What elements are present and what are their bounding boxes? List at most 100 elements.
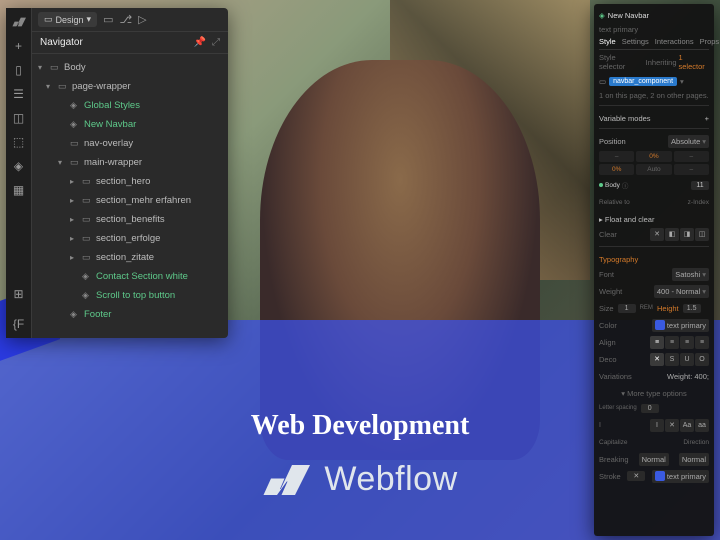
tree-label: section_erfolge bbox=[96, 233, 160, 244]
cap-aa2[interactable]: aa bbox=[695, 419, 709, 432]
element-icon: ▭ bbox=[82, 176, 92, 187]
tree-label: Contact Section white bbox=[96, 271, 188, 282]
chevron-icon: ▸ bbox=[70, 253, 78, 262]
variable-modes-section[interactable]: Variable modes + bbox=[599, 114, 709, 123]
clear-both[interactable]: ◫ bbox=[695, 228, 709, 241]
inheriting-count[interactable]: 1 selector bbox=[679, 53, 710, 71]
navigator-icon[interactable]: ☰ bbox=[11, 86, 27, 102]
nav-rail: + ▯ ☰ ◫ ⬚ ◈ ▦ ⊞ {F bbox=[6, 8, 32, 338]
pages-icon[interactable]: ▯ bbox=[11, 62, 27, 78]
deco-underline[interactable]: U bbox=[680, 353, 694, 366]
zindex-input[interactable]: 11 bbox=[691, 181, 709, 190]
clear-none[interactable]: ✕ bbox=[650, 228, 664, 241]
tree-item[interactable]: ▸▭section_erfolge bbox=[32, 229, 228, 248]
offset-right2[interactable]: – bbox=[674, 164, 709, 175]
mode-dropdown[interactable]: ▭ Design ▾ bbox=[38, 12, 97, 27]
element-icon: ▭ bbox=[70, 157, 80, 168]
offset-top[interactable]: 0% bbox=[636, 151, 671, 162]
mode-label: Design bbox=[56, 15, 84, 25]
deco-none[interactable]: ✕ bbox=[650, 353, 664, 366]
weight-dropdown[interactable]: 400 - Normal ▾ bbox=[654, 285, 709, 298]
pin-icon[interactable]: 📌 bbox=[194, 37, 206, 48]
chevron-icon: ▾ bbox=[38, 63, 46, 72]
tree-item[interactable]: ▾▭Body bbox=[32, 58, 228, 77]
add-element-icon[interactable]: + bbox=[11, 38, 27, 54]
breakpoint-dot-icon[interactable]: ▭ bbox=[599, 77, 606, 86]
tree-item[interactable]: ▭nav-overlay bbox=[32, 134, 228, 153]
italic-off[interactable]: ✕ bbox=[665, 419, 679, 432]
collapse-icon[interactable]: ⤢ bbox=[212, 37, 220, 48]
offset-auto[interactable]: Auto bbox=[636, 164, 671, 175]
branch-icon[interactable]: ⎇ bbox=[119, 13, 132, 26]
clear-row: Clear ✕◧◨◫ bbox=[599, 227, 709, 241]
height-input[interactable]: 1.5 bbox=[683, 304, 701, 313]
breakpoint-icon[interactable]: ▭ bbox=[103, 13, 113, 26]
element-icon: ◈ bbox=[82, 271, 92, 282]
stroke-w[interactable]: ✕ bbox=[627, 471, 645, 481]
align-justify[interactable]: ≡ bbox=[695, 336, 709, 349]
more-type-options[interactable]: ▾ More type options bbox=[599, 389, 709, 398]
navigator-tree: ▾▭Body▾▭page-wrapper◈Global Styles◈New N… bbox=[32, 54, 228, 338]
offset-left[interactable]: – bbox=[599, 151, 634, 162]
apps-icon[interactable]: {F bbox=[11, 316, 27, 332]
tree-item[interactable]: ▸▭section_zitate bbox=[32, 248, 228, 267]
deco-strike[interactable]: S bbox=[665, 353, 679, 366]
tree-item[interactable]: ◈Footer bbox=[32, 305, 228, 324]
tree-label: Scroll to top button bbox=[96, 290, 175, 301]
cms-icon[interactable]: ⊞ bbox=[11, 286, 27, 302]
color-picker[interactable]: text primary bbox=[652, 319, 709, 332]
italic-i[interactable]: I bbox=[650, 419, 664, 432]
tab-style[interactable]: Style bbox=[599, 37, 616, 46]
font-dropdown[interactable]: Satoshi ▾ bbox=[672, 268, 709, 281]
typography-section: Typography bbox=[599, 255, 709, 264]
styles-icon[interactable]: ◈ bbox=[11, 158, 27, 174]
chevron-down-icon[interactable]: ▾ bbox=[680, 77, 684, 86]
align-center[interactable]: ≡ bbox=[665, 336, 679, 349]
float-section[interactable]: ▸ Float and clear bbox=[599, 215, 709, 224]
ls-row: Letter spacing 0 bbox=[599, 401, 709, 415]
offset-left2[interactable]: 0% bbox=[599, 164, 634, 175]
tree-item[interactable]: ▸▭section_mehr erfahren bbox=[32, 191, 228, 210]
tab-interactions[interactable]: Interactions bbox=[655, 37, 694, 46]
design-mode-icon: ▭ bbox=[44, 14, 53, 25]
tree-item[interactable]: ◈Scroll to top button bbox=[32, 286, 228, 305]
position-dropdown[interactable]: Absolute ▾ bbox=[668, 135, 709, 148]
wrap-dropdown[interactable]: Normal bbox=[679, 453, 709, 466]
clear-right[interactable]: ◨ bbox=[680, 228, 694, 241]
align-row: Align ≡≡≡≡ bbox=[599, 335, 709, 349]
element-icon: ▭ bbox=[58, 81, 68, 92]
tab-props[interactable]: Props bbox=[700, 37, 720, 46]
deco-over[interactable]: O bbox=[695, 353, 709, 366]
preview-icon[interactable]: ▷ bbox=[138, 13, 146, 26]
tree-item[interactable]: ◈ Contact Section white bbox=[32, 267, 228, 286]
tree-item[interactable]: ▸▭section_hero bbox=[32, 172, 228, 191]
tree-item[interactable]: ◈New Navbar bbox=[32, 115, 228, 134]
align-right[interactable]: ≡ bbox=[680, 336, 694, 349]
variations-value[interactable]: Weight: 400; bbox=[667, 372, 709, 381]
element-icon: ▭ bbox=[82, 214, 92, 225]
variables-icon[interactable]: ⬚ bbox=[11, 134, 27, 150]
size-input[interactable]: 1 bbox=[618, 304, 636, 313]
stroke-color[interactable]: text primary bbox=[652, 470, 709, 483]
tree-item[interactable]: ▾▭page-wrapper bbox=[32, 77, 228, 96]
offset-right[interactable]: – bbox=[674, 151, 709, 162]
selector-row: Style selector Inheriting 1 selector bbox=[599, 53, 709, 71]
add-icon[interactable]: + bbox=[705, 114, 709, 123]
tree-item[interactable]: ▸▭section_benefits bbox=[32, 210, 228, 229]
info-icon[interactable]: ⓘ bbox=[622, 180, 629, 190]
ls-input[interactable]: 0 bbox=[641, 404, 659, 413]
relative-to-value[interactable]: Body bbox=[605, 182, 620, 189]
tree-item[interactable]: ▾▭main-wrapper bbox=[32, 153, 228, 172]
clear-left[interactable]: ◧ bbox=[665, 228, 679, 241]
assets-icon[interactable]: ▦ bbox=[11, 182, 27, 198]
components-icon[interactable]: ◫ bbox=[11, 110, 27, 126]
breaking-dropdown[interactable]: Normal bbox=[639, 453, 669, 466]
tab-settings[interactable]: Settings bbox=[622, 37, 649, 46]
webflow-logo-small-icon[interactable] bbox=[11, 14, 27, 30]
selector-chip[interactable]: navbar_component bbox=[609, 77, 677, 86]
cap-aa[interactable]: Aa bbox=[680, 419, 694, 432]
tree-label: main-wrapper bbox=[84, 157, 142, 168]
chevron-icon: ▸ bbox=[70, 177, 78, 186]
tree-item[interactable]: ◈Global Styles bbox=[32, 96, 228, 115]
align-left[interactable]: ≡ bbox=[650, 336, 664, 349]
